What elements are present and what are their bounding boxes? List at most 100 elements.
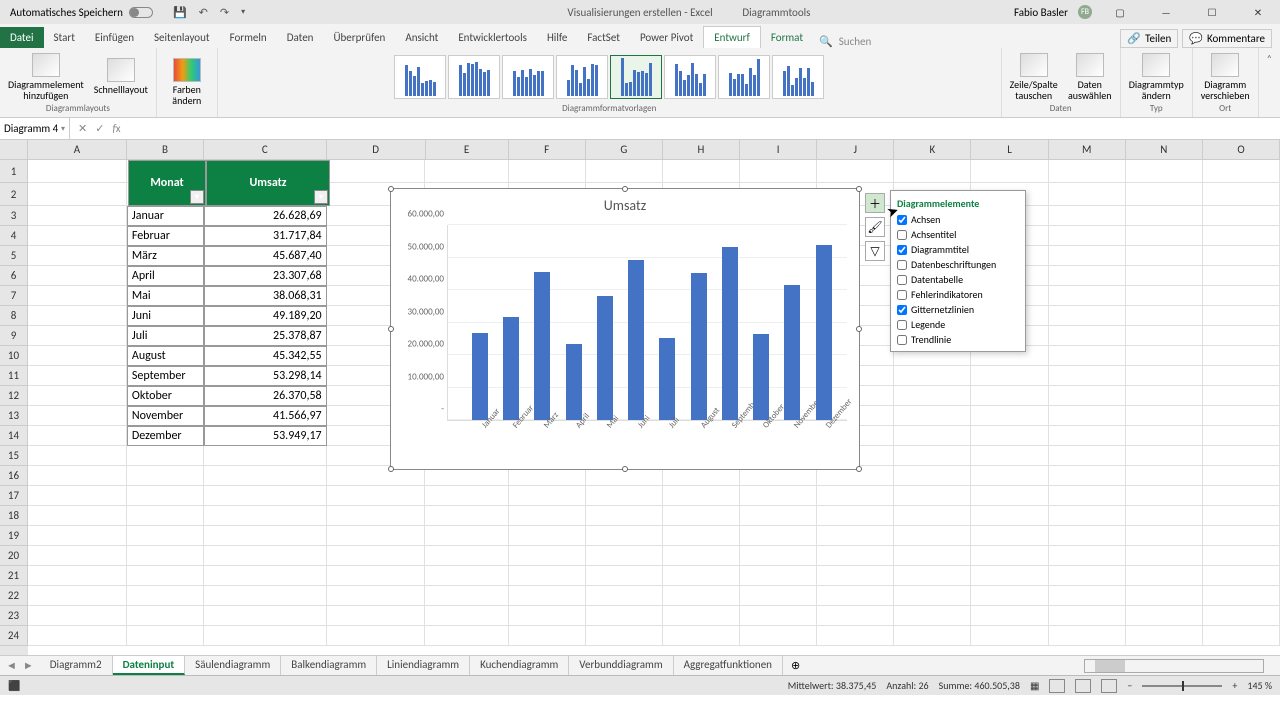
- view-break-icon[interactable]: [1101, 679, 1117, 693]
- checkbox[interactable]: [897, 290, 907, 300]
- cell[interactable]: Dezember: [127, 426, 204, 446]
- cell[interactable]: 41.566,97: [204, 406, 327, 426]
- cell[interactable]: [740, 606, 817, 626]
- chart-style-thumb[interactable]: [502, 55, 554, 99]
- sheet-tab[interactable]: Kuchendiagramm: [470, 656, 569, 675]
- row-header[interactable]: 23: [0, 606, 28, 626]
- cell[interactable]: [1126, 326, 1203, 346]
- checkbox[interactable]: [897, 245, 907, 255]
- view-layout-icon[interactable]: [1075, 679, 1091, 693]
- cell[interactable]: [28, 586, 127, 606]
- cell[interactable]: [28, 206, 127, 226]
- cell[interactable]: [1049, 226, 1126, 246]
- chart-style-thumb[interactable]: [664, 55, 716, 99]
- cell[interactable]: [663, 526, 740, 546]
- chart-bar[interactable]: [691, 273, 707, 420]
- cell[interactable]: [586, 606, 663, 626]
- cell[interactable]: [28, 326, 127, 346]
- sheet-tab[interactable]: Diagramm2: [40, 656, 113, 675]
- cell[interactable]: Januar: [127, 206, 204, 226]
- cell[interactable]: [1049, 306, 1126, 326]
- cell[interactable]: [740, 486, 817, 506]
- cell[interactable]: [204, 506, 327, 526]
- chart-element-option[interactable]: Trendlinie: [895, 332, 1021, 347]
- cell[interactable]: [1203, 446, 1280, 466]
- cell[interactable]: [28, 386, 127, 406]
- row-header[interactable]: 12: [0, 386, 28, 406]
- change-chart-type-button[interactable]: Diagrammtyp ändern: [1125, 51, 1188, 103]
- cell[interactable]: [971, 486, 1048, 506]
- cell[interactable]: [971, 446, 1048, 466]
- row-header[interactable]: 3: [0, 206, 28, 226]
- add-chart-element-button[interactable]: Diagrammelement hinzufügen: [4, 51, 88, 103]
- chart-bar[interactable]: [816, 245, 832, 420]
- checkbox[interactable]: [897, 335, 907, 345]
- cell[interactable]: [1049, 183, 1126, 206]
- fx-icon[interactable]: fx: [112, 122, 120, 135]
- cell[interactable]: [127, 526, 204, 546]
- col-header[interactable]: G: [586, 140, 663, 160]
- col-header[interactable]: C: [204, 140, 327, 160]
- cell[interactable]: [817, 160, 894, 183]
- cell[interactable]: [971, 566, 1048, 586]
- cell[interactable]: [127, 486, 204, 506]
- cell[interactable]: [327, 626, 426, 646]
- close-icon[interactable]: ✕: [1240, 0, 1276, 24]
- user-avatar[interactable]: FB: [1078, 5, 1092, 19]
- cell[interactable]: [1203, 326, 1280, 346]
- cell[interactable]: [1049, 606, 1126, 626]
- cell[interactable]: [204, 526, 327, 546]
- sheet-tab[interactable]: Liniendiagramm: [377, 656, 470, 675]
- cell[interactable]: 26.628,69: [204, 206, 327, 226]
- cell[interactable]: [1203, 386, 1280, 406]
- cell[interactable]: [1049, 286, 1126, 306]
- chart-element-option[interactable]: Gitternetzlinien: [895, 302, 1021, 317]
- cell[interactable]: [1126, 446, 1203, 466]
- cell[interactable]: [1203, 346, 1280, 366]
- col-header[interactable]: O: [1203, 140, 1280, 160]
- cell[interactable]: [1203, 606, 1280, 626]
- cell[interactable]: Februar: [127, 226, 204, 246]
- chart-element-option[interactable]: Datentabelle: [895, 272, 1021, 287]
- tab-formeln[interactable]: Formeln: [220, 27, 277, 48]
- cell[interactable]: [1126, 386, 1203, 406]
- cell[interactable]: [894, 626, 971, 646]
- row-header[interactable]: 21: [0, 566, 28, 586]
- cell[interactable]: [817, 586, 894, 606]
- row-header[interactable]: 6: [0, 266, 28, 286]
- cell[interactable]: [663, 506, 740, 526]
- cell[interactable]: [740, 586, 817, 606]
- cell[interactable]: [425, 526, 508, 546]
- cell[interactable]: [509, 546, 586, 566]
- chart-plot-area[interactable]: -10.000,0020.000,0030.000,0040.000,0050.…: [447, 225, 847, 421]
- cell[interactable]: [1126, 526, 1203, 546]
- cell[interactable]: September: [127, 366, 204, 386]
- view-normal-icon[interactable]: [1049, 679, 1065, 693]
- col-header[interactable]: K: [894, 140, 971, 160]
- chart-element-option[interactable]: Achsen: [895, 212, 1021, 227]
- cell[interactable]: [127, 586, 204, 606]
- tab-format[interactable]: Format: [761, 27, 813, 48]
- name-box[interactable]: Diagramm 4▾: [0, 118, 70, 139]
- tab-entwicklertools[interactable]: Entwicklertools: [448, 27, 537, 48]
- cell[interactable]: [204, 566, 327, 586]
- cell[interactable]: [894, 386, 971, 406]
- cell[interactable]: [1203, 586, 1280, 606]
- chart-bar[interactable]: [628, 260, 644, 420]
- autosave-toggle[interactable]: [129, 7, 153, 18]
- cell[interactable]: [28, 286, 127, 306]
- chart-bar[interactable]: [597, 296, 613, 420]
- cell[interactable]: [894, 486, 971, 506]
- cell[interactable]: [1126, 183, 1203, 206]
- chart-style-thumb[interactable]: [772, 55, 824, 99]
- cell[interactable]: [1049, 160, 1126, 183]
- cell[interactable]: Juli: [127, 326, 204, 346]
- cell[interactable]: [1049, 626, 1126, 646]
- cell[interactable]: [740, 506, 817, 526]
- cell[interactable]: [1126, 566, 1203, 586]
- cell[interactable]: [1203, 546, 1280, 566]
- row-header[interactable]: 17: [0, 486, 28, 506]
- cell[interactable]: [28, 366, 127, 386]
- chart-filter-button[interactable]: ▽: [865, 241, 885, 261]
- cell[interactable]: [971, 366, 1048, 386]
